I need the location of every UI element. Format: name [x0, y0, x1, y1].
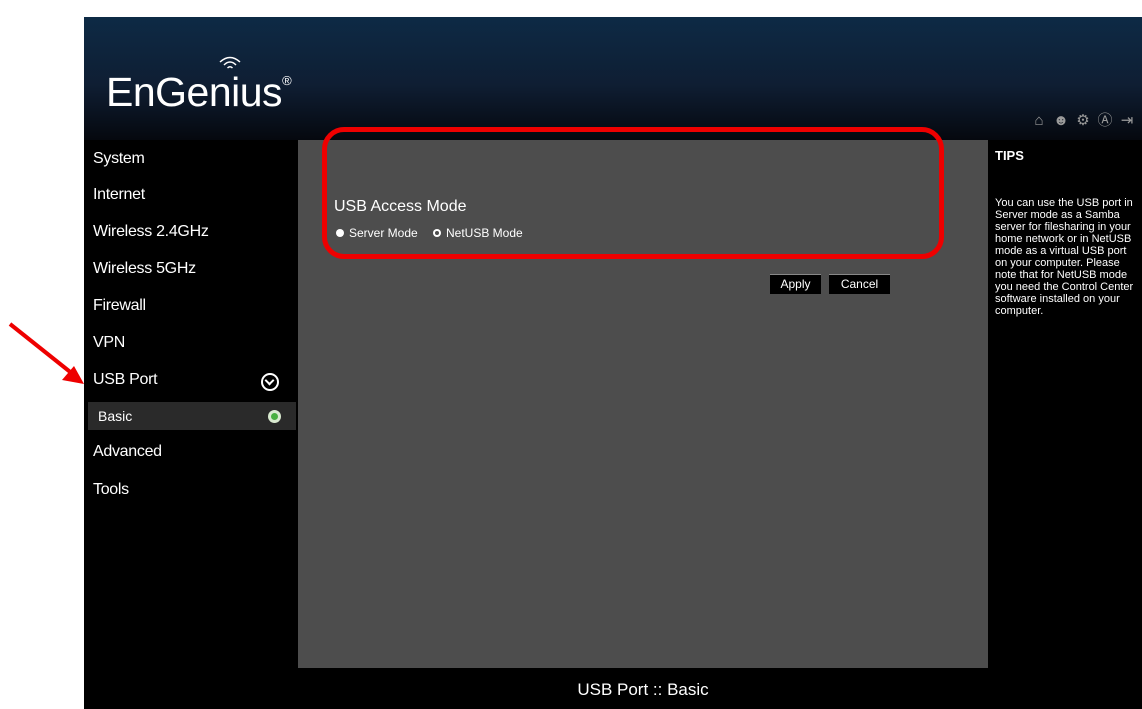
sidebar-item-vpn[interactable]: VPN	[84, 327, 298, 363]
sidebar-item-wireless-24ghz[interactable]: Wireless 2.4GHz	[84, 216, 298, 252]
sidebar-item-label: Wireless 5GHz	[93, 260, 196, 277]
active-indicator-icon	[268, 410, 281, 423]
engenius-logo: EnGenius®	[106, 69, 292, 116]
sidebar-item-label: Advanced	[93, 443, 162, 460]
apply-button[interactable]: Apply	[770, 274, 821, 294]
sidebar-item-label: Wireless 2.4GHz	[93, 223, 209, 240]
auto-icon[interactable]: Ⓐ	[1096, 112, 1114, 130]
page-footer-title: USB Port :: Basic	[298, 668, 988, 709]
sidebar-item-label: VPN	[93, 334, 125, 351]
sidebar-item-label: Tools	[93, 481, 129, 498]
sidebar-item-usb-port[interactable]: USB Port	[84, 364, 298, 400]
wizard-icon[interactable]: ⚙	[1074, 112, 1092, 130]
header-icon-bar: ⌂ ☻ ⚙ Ⓐ ⇥	[1030, 112, 1136, 130]
tips-title: TIPS	[995, 148, 1024, 163]
sidebar-item-label: USB Port	[93, 371, 158, 388]
sidebar-subitem-label: Basic	[98, 408, 133, 424]
tips-panel: TIPS You can use the USB port in Server …	[988, 140, 1142, 709]
annotation-highlight-box	[322, 127, 944, 259]
sidebar-nav: System Internet Wireless 2.4GHz Wireless…	[84, 140, 298, 709]
sidebar-item-label: Internet	[93, 186, 145, 203]
sidebar-item-label: System	[93, 150, 145, 167]
tips-text: You can use the USB port in Server mode …	[995, 197, 1134, 317]
sidebar-item-system[interactable]: System	[84, 143, 298, 179]
sidebar-item-label: Firewall	[93, 297, 146, 314]
logo-text: EnGenius	[106, 69, 283, 115]
sidebar-subitem-basic[interactable]: Basic	[88, 402, 296, 430]
cancel-button[interactable]: Cancel	[829, 274, 890, 294]
sidebar-item-tools[interactable]: Tools	[84, 474, 298, 510]
home-icon[interactable]: ⌂	[1030, 112, 1048, 130]
chevron-down-icon	[261, 373, 279, 391]
sidebar-item-firewall[interactable]: Firewall	[84, 290, 298, 326]
user-icon[interactable]: ☻	[1052, 112, 1070, 130]
router-admin-frame: EnGenius® ⌂ ☻ ⚙ Ⓐ ⇥ System Internet Wire…	[84, 17, 1142, 709]
annotation-arrow-icon	[8, 322, 84, 384]
logout-icon[interactable]: ⇥	[1118, 112, 1136, 130]
sidebar-item-wireless-5ghz[interactable]: Wireless 5GHz	[84, 253, 298, 289]
logo-registered-mark: ®	[282, 73, 292, 88]
header-banner: EnGenius® ⌂ ☻ ⚙ Ⓐ ⇥	[84, 17, 1142, 140]
sidebar-item-advanced[interactable]: Advanced	[84, 436, 298, 472]
sidebar-item-internet[interactable]: Internet	[84, 179, 298, 215]
